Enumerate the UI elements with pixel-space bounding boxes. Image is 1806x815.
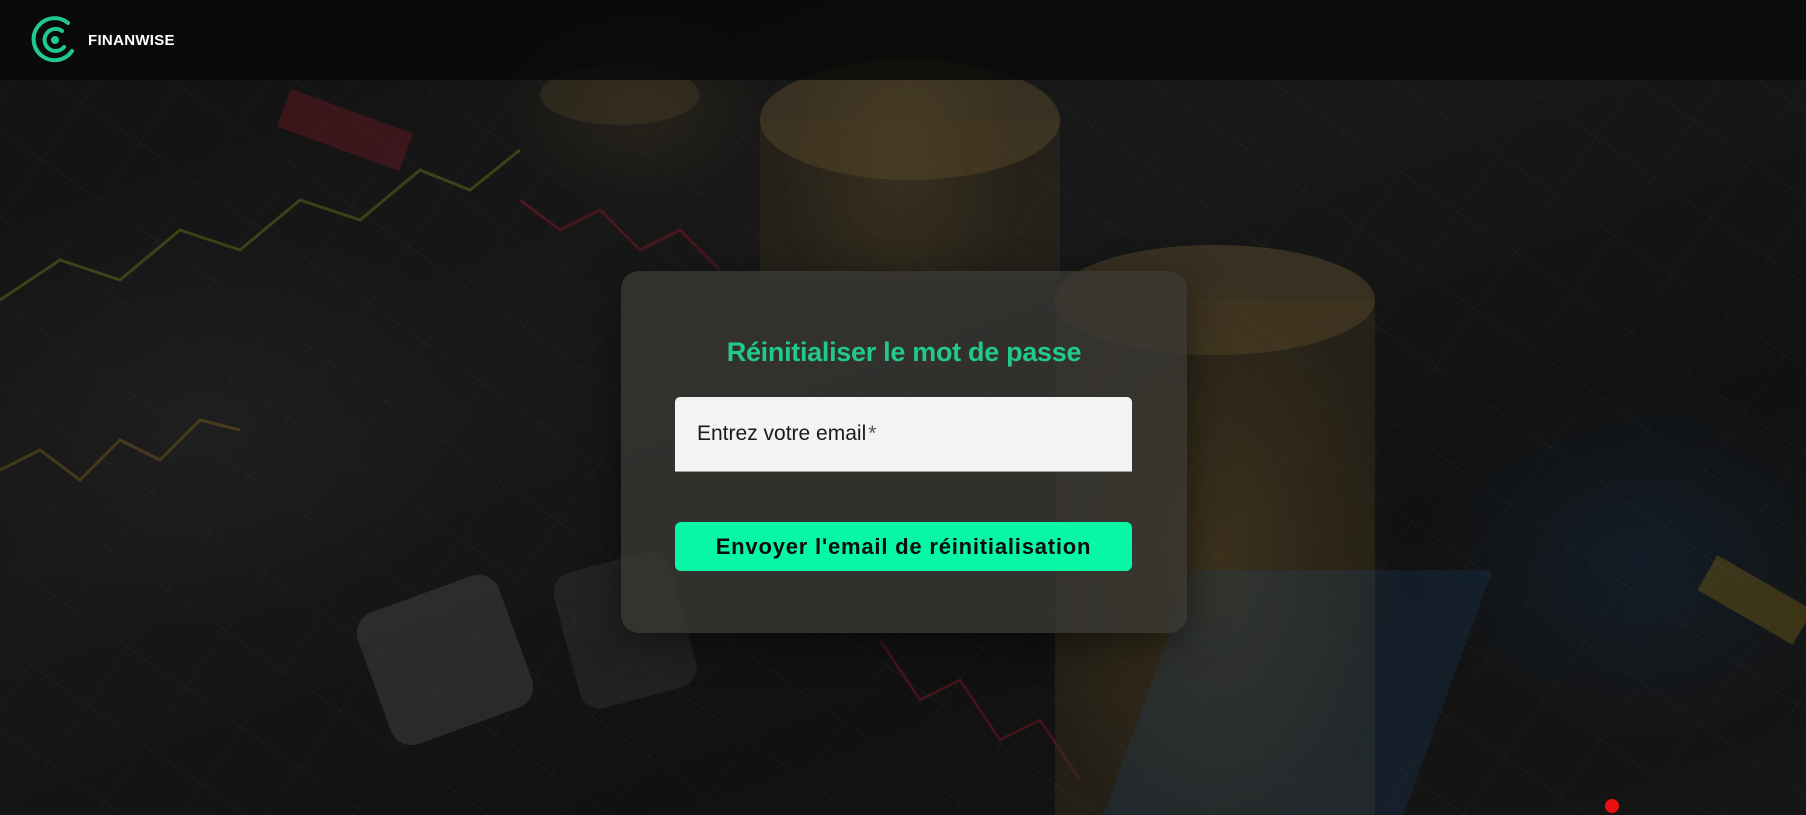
email-field[interactable]: Entrez votre email * [675, 397, 1132, 472]
send-reset-email-button[interactable]: Envoyer l'email de réinitialisation [675, 522, 1132, 571]
email-field-label: Entrez votre email [697, 422, 867, 445]
brand-name: FINANWISE [88, 31, 175, 49]
finanwise-logo-icon [31, 16, 74, 63]
recording-indicator-icon [1605, 799, 1619, 813]
required-marker: * [868, 422, 877, 445]
reset-password-title: Réinitialiser le mot de passe [726, 337, 1082, 367]
top-navbar: FINANWISE [0, 0, 1806, 80]
brand-home-link[interactable]: FINANWISE [28, 13, 175, 67]
